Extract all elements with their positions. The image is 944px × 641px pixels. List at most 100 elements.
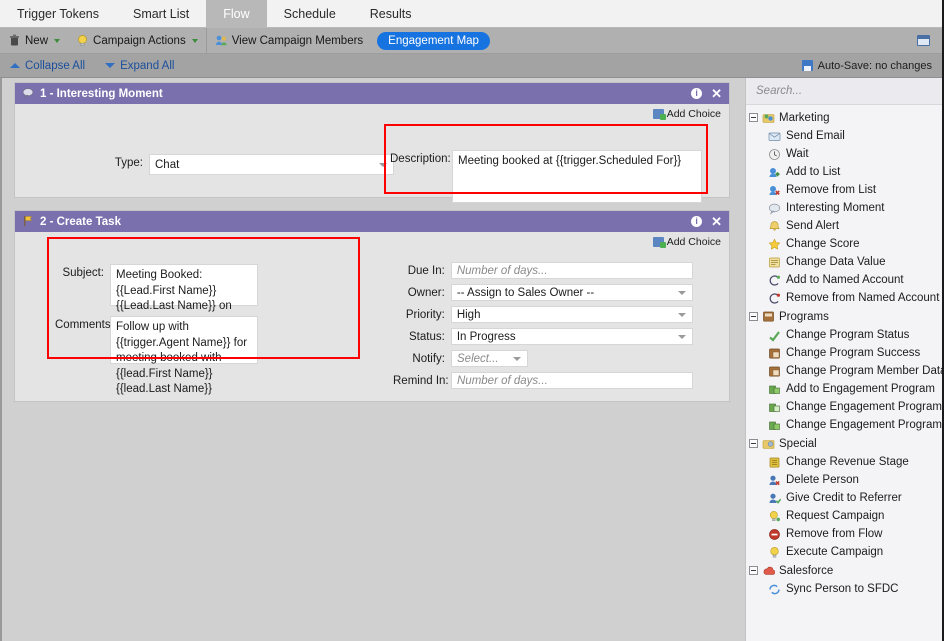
step-1-body: Add Choice Type: Chat Description: Meeti… bbox=[15, 104, 729, 203]
palette-item-send-alert[interactable]: Send Alert bbox=[746, 217, 942, 235]
flow-actions-palette: Search... Marketing Send Email Wait Add … bbox=[745, 78, 942, 641]
remind-in-input[interactable]: Number of days... bbox=[451, 372, 693, 389]
palette-item-remove-from-flow[interactable]: Remove from Flow bbox=[746, 525, 942, 543]
close-icon[interactable]: ✕ bbox=[711, 215, 722, 228]
palette-item-change-revenue-stage[interactable]: Change Revenue Stage bbox=[746, 453, 942, 471]
collapse-expander-icon[interactable] bbox=[749, 113, 758, 122]
step-2-add-choice-button[interactable]: Add Choice bbox=[652, 236, 721, 248]
tab-schedule[interactable]: Schedule bbox=[267, 0, 353, 27]
palette-item-label: Change Data Value bbox=[786, 256, 886, 268]
chevron-down-icon bbox=[678, 290, 686, 295]
palette-group-programs[interactable]: Programs bbox=[746, 307, 942, 326]
toolbar-right-group bbox=[917, 35, 944, 46]
program-success-icon bbox=[768, 347, 781, 360]
notify-label: Notify: bbox=[412, 353, 445, 365]
restore-window-icon[interactable] bbox=[917, 35, 930, 46]
tab-smart-list[interactable]: Smart List bbox=[116, 0, 206, 27]
palette-item-remove-from-named-account[interactable]: Remove from Named Account bbox=[746, 289, 942, 307]
priority-select[interactable]: High bbox=[450, 306, 693, 323]
step-1-header: 1 - Interesting Moment i ✕ bbox=[15, 83, 729, 104]
palette-group-salesforce[interactable]: Salesforce bbox=[746, 561, 942, 580]
new-button[interactable]: New bbox=[0, 28, 68, 53]
palette-item-interesting-moment[interactable]: Interesting Moment bbox=[746, 199, 942, 217]
status-row: Status: In Progress bbox=[393, 328, 693, 345]
tab-bar-filler bbox=[428, 0, 944, 27]
subject-textarea[interactable]: Meeting Booked: {{Lead.First Name}} {{Le… bbox=[110, 264, 258, 328]
view-campaign-members-button[interactable]: View Campaign Members bbox=[207, 28, 371, 53]
collapse-expander-icon[interactable] bbox=[749, 312, 758, 321]
palette-group-label: Programs bbox=[779, 310, 829, 323]
collapse-all-button[interactable]: Collapse All bbox=[0, 60, 95, 72]
tab-trigger-tokens[interactable]: Trigger Tokens bbox=[0, 0, 116, 27]
palette-group-marketing[interactable]: Marketing bbox=[746, 108, 942, 127]
palette-item-change-engagement-program-cadence[interactable]: Change Engagement Program Cadence bbox=[746, 398, 942, 416]
speech-bubble-icon bbox=[22, 87, 35, 100]
palette-item-request-campaign[interactable]: Request Campaign bbox=[746, 507, 942, 525]
description-textarea[interactable]: Meeting booked at {{trigger.Scheduled Fo… bbox=[452, 150, 702, 203]
owner-select[interactable]: -- Assign to Sales Owner -- bbox=[450, 284, 693, 301]
step-2-header: 2 - Create Task i ✕ bbox=[15, 211, 729, 232]
step-1-add-choice-button[interactable]: Add Choice bbox=[652, 108, 721, 120]
type-value: Chat bbox=[155, 158, 180, 171]
palette-item-wait[interactable]: Wait bbox=[746, 145, 942, 163]
flow-step-2[interactable]: 2 - Create Task i ✕ Add Choice Subject: … bbox=[14, 210, 730, 402]
chevron-down-icon bbox=[513, 356, 521, 361]
step-2-fields-column: Due In: Number of days... Owner: -- Assi… bbox=[393, 262, 693, 394]
palette-group-label: Salesforce bbox=[779, 564, 834, 577]
add-choice-icon bbox=[652, 109, 666, 120]
campaign-actions-label: Campaign Actions bbox=[93, 34, 186, 47]
notify-value: Select... bbox=[457, 352, 499, 365]
type-label: Type: bbox=[114, 157, 143, 169]
palette-group-label: Marketing bbox=[779, 111, 830, 124]
expand-all-label: Expand All bbox=[120, 59, 175, 72]
add-choice-label: Add Choice bbox=[666, 236, 721, 248]
notify-select[interactable]: Select... bbox=[451, 350, 528, 367]
engagement-map-button[interactable]: Engagement Map bbox=[377, 31, 490, 50]
palette-item-change-program-status[interactable]: Change Program Status bbox=[746, 326, 942, 344]
status-label: Status: bbox=[409, 331, 445, 343]
palette-item-remove-from-list[interactable]: Remove from List bbox=[746, 181, 942, 199]
tab-results[interactable]: Results bbox=[353, 0, 429, 27]
flag-icon bbox=[22, 215, 35, 228]
palette-item-add-to-engagement-program[interactable]: Add to Engagement Program bbox=[746, 380, 942, 398]
view-campaign-members-label: View Campaign Members bbox=[231, 34, 364, 47]
palette-item-execute-campaign[interactable]: Execute Campaign bbox=[746, 543, 942, 561]
close-icon[interactable]: ✕ bbox=[711, 87, 722, 100]
campaign-actions-button[interactable]: Campaign Actions bbox=[68, 28, 206, 53]
collapse-expander-icon[interactable] bbox=[749, 439, 758, 448]
palette-item-sync-person-to-sfdc[interactable]: Sync Person to SFDC bbox=[746, 580, 942, 598]
status-select[interactable]: In Progress bbox=[450, 328, 693, 345]
palette-item-change-score[interactable]: Change Score bbox=[746, 235, 942, 253]
palette-item-delete-person[interactable]: Delete Person bbox=[746, 471, 942, 489]
info-icon[interactable]: i bbox=[691, 88, 703, 99]
palette-item-add-to-named-account[interactable]: Add to Named Account bbox=[746, 271, 942, 289]
palette-search-input[interactable]: Search... bbox=[746, 78, 942, 105]
palette-item-change-program-success[interactable]: Change Program Success bbox=[746, 344, 942, 362]
palette-group-special[interactable]: Special bbox=[746, 434, 942, 453]
palette-item-label: Sync Person to SFDC bbox=[786, 583, 899, 595]
engagement-cadence-icon bbox=[768, 401, 781, 414]
floppy-disk-icon bbox=[801, 60, 813, 71]
autosave-status: Auto-Save: no changes bbox=[801, 60, 944, 72]
palette-group-label: Special bbox=[779, 437, 817, 450]
owner-label: Owner: bbox=[407, 287, 445, 299]
description-label: Description: bbox=[390, 153, 451, 165]
info-icon[interactable]: i bbox=[691, 216, 703, 227]
palette-item-change-data-value[interactable]: Change Data Value bbox=[746, 253, 942, 271]
collapse-expander-icon[interactable] bbox=[749, 566, 758, 575]
due-in-row: Due In: Number of days... bbox=[393, 262, 693, 279]
palette-item-send-email[interactable]: Send Email bbox=[746, 127, 942, 145]
palette-item-change-program-member-data[interactable]: Change Program Member Data bbox=[746, 362, 942, 380]
palette-item-change-engagement-program-stream[interactable]: Change Engagement Program Stream bbox=[746, 416, 942, 434]
palette-item-add-to-list[interactable]: Add to List bbox=[746, 163, 942, 181]
expand-all-button[interactable]: Expand All bbox=[95, 60, 184, 72]
palette-item-give-credit-to-referrer[interactable]: Give Credit to Referrer bbox=[746, 489, 942, 507]
revenue-stage-icon bbox=[768, 456, 781, 469]
palette-item-label: Change Score bbox=[786, 238, 860, 250]
type-select[interactable]: Chat bbox=[149, 154, 394, 175]
comments-textarea[interactable]: Follow up with {{trigger.Agent Name}} fo… bbox=[110, 316, 258, 395]
due-in-input[interactable]: Number of days... bbox=[450, 262, 693, 279]
flow-step-1[interactable]: 1 - Interesting Moment i ✕ Add Choice Ty… bbox=[14, 82, 730, 203]
tab-flow[interactable]: Flow bbox=[206, 0, 267, 27]
execute-campaign-icon bbox=[768, 546, 781, 559]
